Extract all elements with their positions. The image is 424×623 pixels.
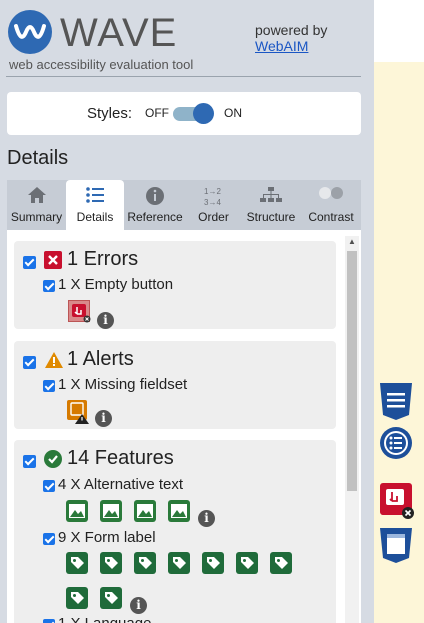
info-icon — [124, 180, 186, 210]
missing-fieldset-checkbox[interactable] — [43, 380, 55, 392]
header-divider — [6, 76, 361, 77]
list-icon — [66, 180, 124, 210]
tab-bar: Summary Details Reference 1→2 3→4 Order … — [7, 180, 361, 230]
tab-structure[interactable]: Structure — [241, 180, 301, 230]
tab-order-label: Order — [198, 210, 229, 224]
powered-by: powered by WebAIM — [255, 22, 327, 54]
errors-checkbox[interactable] — [23, 256, 36, 269]
feature-check-icon — [44, 450, 62, 468]
alert-warning-icon — [44, 351, 63, 369]
alt-text-icon[interactable] — [168, 500, 190, 522]
order-icon: 1→2 3→4 — [186, 180, 241, 210]
empty-button-checkbox[interactable] — [43, 280, 55, 292]
alt-text-label: 4 X Alternative text — [58, 476, 184, 493]
form-label-icon[interactable] — [168, 552, 190, 574]
empty-button-page-error-icon[interactable] — [379, 482, 415, 525]
tab-summary-label: Summary — [10, 210, 63, 224]
missing-fieldset-label: 1 X Missing fieldset — [58, 376, 188, 393]
error-x-icon — [44, 251, 62, 269]
form-label-icon[interactable] — [66, 587, 88, 609]
styles-on-label: ON — [224, 106, 242, 120]
alerts-title: 1 Alerts — [67, 348, 134, 370]
empty-button-error-icon[interactable] — [68, 300, 91, 323]
tab-contrast-label: Contrast — [308, 210, 354, 224]
svg-text:1→2: 1→2 — [204, 187, 221, 196]
structure-icon — [241, 180, 301, 210]
form-label-icon[interactable] — [100, 552, 122, 574]
form-label-icon[interactable] — [236, 552, 258, 574]
form-label-icon[interactable] — [66, 552, 88, 574]
errors-title: 1 Errors — [67, 248, 139, 270]
tab-contrast[interactable]: Contrast — [301, 180, 361, 230]
features-checkbox[interactable] — [23, 455, 36, 468]
scroll-up-arrow-icon[interactable]: ▲ — [348, 237, 356, 246]
svg-text:3→4: 3→4 — [204, 198, 221, 207]
html-structure-icon[interactable] — [378, 526, 414, 569]
errors-section: 1 Errors 1 X Empty button — [14, 241, 336, 329]
styles-off-label: OFF — [145, 106, 169, 120]
home-icon — [7, 180, 66, 210]
styles-toggle-knob[interactable] — [193, 103, 214, 124]
form-label-icon[interactable] — [270, 552, 292, 574]
wave-logo-icon — [8, 10, 52, 54]
webaim-link[interactable]: WebAIM — [255, 38, 327, 54]
wave-sidebar: WAVE web accessibility evaluation tool p… — [0, 0, 374, 623]
empty-button-info-icon[interactable]: i — [97, 312, 114, 329]
missing-fieldset-info-icon[interactable]: i — [95, 410, 112, 427]
language-label: 1 X Language — [58, 615, 151, 623]
scrollbar-thumb[interactable] — [347, 251, 357, 491]
styles-label: Styles: — [87, 105, 133, 122]
page-top-area — [374, 0, 424, 62]
features-title: 14 Features — [67, 447, 174, 469]
alt-text-checkbox[interactable] — [43, 480, 55, 492]
alt-text-icon[interactable] — [100, 500, 122, 522]
tab-structure-label: Structure — [246, 210, 296, 224]
language-checkbox[interactable] — [43, 619, 55, 623]
tab-summary[interactable]: Summary — [7, 180, 66, 230]
html-structure-icon[interactable] — [378, 381, 414, 426]
tab-reference[interactable]: Reference — [124, 180, 186, 230]
tab-details-label: Details — [76, 210, 114, 224]
tab-reference-label: Reference — [127, 210, 183, 224]
alt-text-icon[interactable] — [134, 500, 156, 522]
list-structure-icon[interactable] — [379, 426, 413, 465]
form-label-icon[interactable] — [202, 552, 224, 574]
empty-button-label: 1 X Empty button — [58, 276, 174, 293]
form-label-checkbox[interactable] — [43, 533, 55, 545]
alt-text-info-icon[interactable]: i — [198, 510, 215, 527]
tab-details[interactable]: Details — [66, 180, 124, 230]
form-label-icon[interactable] — [100, 587, 122, 609]
contrast-icon — [301, 180, 361, 210]
form-label-label: 9 X Form label — [58, 529, 156, 546]
alt-text-icon[interactable] — [66, 500, 88, 522]
missing-fieldset-alert-icon[interactable] — [67, 400, 89, 424]
form-label-info-icon[interactable]: i — [130, 597, 147, 614]
wave-logo-text: WAVE — [60, 11, 178, 55]
styles-toggle-box: Styles: OFF ON — [7, 92, 361, 135]
panel-title: Details — [7, 147, 69, 169]
powered-by-label: powered by — [255, 22, 328, 38]
tagline: web accessibility evaluation tool — [9, 57, 194, 72]
tab-order[interactable]: 1→2 3→4 Order — [186, 180, 241, 230]
features-section: 14 Features 4 X Alternative text 9 X For… — [14, 440, 336, 623]
alerts-checkbox[interactable] — [23, 356, 36, 369]
form-label-icon[interactable] — [134, 552, 156, 574]
alerts-section: 1 Alerts 1 X Missing fieldset — [14, 341, 336, 429]
